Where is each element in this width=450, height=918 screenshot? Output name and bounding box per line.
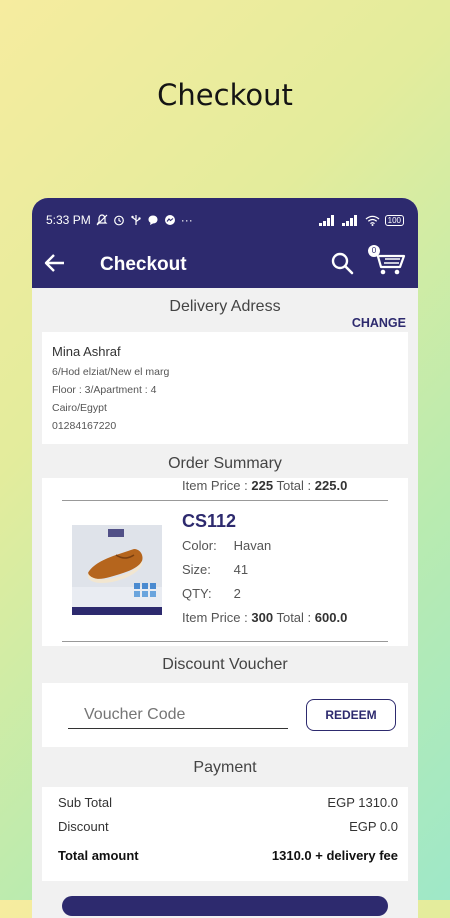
qty-value: 2 [233, 586, 241, 601]
app-bar: Checkout 0 [32, 242, 418, 288]
subtotal-label: Sub Total [58, 795, 112, 810]
prev-item-total-label: Total : [276, 478, 312, 493]
redeem-button[interactable]: REDEEM [306, 699, 396, 731]
search-icon [331, 252, 354, 274]
address-city: Cairo/Egypt [52, 402, 107, 414]
page-headline: Checkout [157, 78, 293, 112]
total-value: 1310.0 + delivery fee [271, 848, 398, 863]
voucher-code-input[interactable] [68, 701, 288, 729]
order-item[interactable]: CS112 Color: Havan Size: 41 QTY: 2 Item … [42, 501, 408, 630]
back-arrow-icon [44, 253, 64, 272]
size-label: Size: [182, 562, 211, 577]
alarm-icon [113, 215, 124, 226]
cart-button[interactable]: 0 [368, 244, 406, 282]
mute-bell-icon [96, 214, 108, 226]
item-price: 300 [251, 610, 274, 625]
subtotal-value: EGP 1310.0 [327, 795, 398, 810]
color-value: Havan [233, 538, 272, 553]
product-code: CS112 [182, 511, 237, 531]
usb-icon [131, 215, 141, 225]
size-value: 41 [233, 562, 249, 577]
battery-indicator: 100 [384, 214, 404, 226]
order-items-list[interactable]: Item Price : 225 Total : 225.0 CS112 Col… [42, 478, 408, 646]
shoe-image [72, 525, 162, 615]
place-order-button[interactable] [62, 896, 388, 916]
app-bar-title: Checkout [100, 254, 187, 275]
product-details: CS112 Color: Havan Size: 41 QTY: 2 Item … [182, 511, 347, 630]
item-divider-bottom [62, 641, 388, 642]
color-label: Color: [182, 538, 217, 553]
top-bar: 5:33 PM ··· 100 Checkout 0 [32, 198, 418, 288]
messenger-icon [164, 215, 175, 225]
prev-item-price-label: Item Price : [182, 478, 248, 493]
product-size-row: Size: 41 [182, 558, 347, 582]
address-card: Mina Ashraf 6/Hod elziat/New el marg Flo… [42, 332, 408, 444]
order-summary-title: Order Summary [168, 455, 282, 472]
more-notifications: ··· [180, 213, 193, 227]
status-time: 5:33 PM [46, 213, 91, 227]
back-button[interactable] [44, 253, 84, 278]
change-address-button[interactable]: CHANGE [352, 316, 406, 330]
discount-value: EGP 0.0 [349, 819, 398, 834]
delivery-section-title: Delivery Adress [169, 298, 281, 315]
item-price-line: Item Price : 300 Total : 600.0 [182, 606, 347, 630]
address-floor: Floor : 3/Apartment : 4 [52, 384, 157, 396]
prev-item-price-line: Item Price : 225 Total : 225.0 [42, 478, 408, 500]
cart-count-badge: 0 [368, 244, 380, 257]
voucher-section-title: Discount Voucher [162, 656, 288, 673]
subtotal-row: Sub Total EGP 1310.0 [58, 795, 398, 819]
total-row: Total amount 1310.0 + delivery fee [58, 848, 398, 863]
payment-card: Sub Total EGP 1310.0 Discount EGP 0.0 To… [42, 787, 408, 881]
discount-label: Discount [58, 819, 109, 834]
product-image [72, 525, 162, 615]
status-bar: 5:33 PM ··· 100 [32, 198, 418, 242]
voucher-card: REDEEM [42, 683, 408, 747]
qty-label: QTY: [182, 586, 212, 601]
total-label: Total amount [58, 848, 139, 863]
prev-item-total: 225.0 [314, 478, 348, 493]
item-price-label: Item Price : [182, 610, 248, 625]
address-phone: 01284167220 [52, 420, 117, 432]
address-street: 6/Hod elziat/New el marg [52, 366, 170, 378]
wifi-icon [365, 215, 380, 226]
recipient-name: Mina Ashraf [52, 344, 121, 359]
signal-icon [318, 214, 334, 226]
signal-icon-2 [341, 214, 357, 226]
chat-bubble-icon [148, 215, 158, 225]
product-color-row: Color: Havan [182, 534, 347, 558]
item-total-label: Total : [276, 610, 312, 625]
search-button[interactable] [330, 251, 354, 280]
phone-screen: 5:33 PM ··· 100 Checkout 0 Delivery Adre… [32, 198, 418, 918]
payment-section-title: Payment [193, 759, 257, 776]
prev-item-price: 225 [251, 478, 274, 493]
product-qty-row: QTY: 2 [182, 582, 347, 606]
discount-row: Discount EGP 0.0 [58, 819, 398, 848]
item-total: 600.0 [314, 610, 348, 625]
